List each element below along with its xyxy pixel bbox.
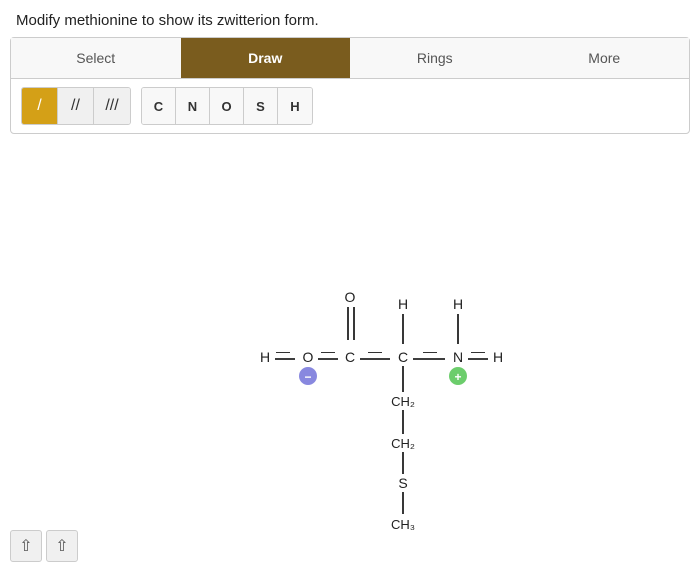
atom-group: C N O S H <box>141 87 313 125</box>
svg-text:H: H <box>260 349 270 365</box>
molecule-svg: text { font-family: Arial, sans-serif; }… <box>0 144 700 564</box>
svg-text:S: S <box>398 475 407 491</box>
svg-text:CH₃: CH₃ <box>391 517 415 532</box>
svg-text:—: — <box>321 343 335 359</box>
svg-text:−: − <box>304 370 311 384</box>
tab-more[interactable]: More <box>520 38 690 78</box>
sulfur-btn[interactable]: S <box>244 88 278 124</box>
tab-select[interactable]: Select <box>11 38 181 78</box>
bottom-controls: ⇧ ⇧ <box>10 530 78 562</box>
svg-text:—: — <box>276 343 290 359</box>
svg-text:N: N <box>453 349 463 365</box>
single-bond-btn[interactable]: / <box>22 88 58 124</box>
molecule-area: text { font-family: Arial, sans-serif; }… <box>0 144 700 564</box>
svg-text:H: H <box>453 296 463 312</box>
bond-group: / // /// <box>21 87 131 125</box>
tools-row: / // /// C N O S H <box>11 79 689 133</box>
redo-btn[interactable]: ⇧ <box>46 530 78 562</box>
svg-text:CH₂: CH₂ <box>391 394 415 409</box>
svg-text:H: H <box>398 296 408 312</box>
triple-bond-btn[interactable]: /// <box>94 88 130 124</box>
tab-rings[interactable]: Rings <box>350 38 520 78</box>
oxygen-btn[interactable]: O <box>210 88 244 124</box>
double-bond-btn[interactable]: // <box>58 88 94 124</box>
svg-text:O: O <box>303 349 314 365</box>
carbon-btn[interactable]: C <box>142 88 176 124</box>
svg-text:O: O <box>345 289 356 305</box>
svg-text:+: + <box>454 370 461 384</box>
svg-text:—: — <box>368 343 382 359</box>
undo-btn[interactable]: ⇧ <box>10 530 42 562</box>
toolbar-container: Select Draw Rings More / // /// C N O S … <box>10 37 690 134</box>
svg-text:C: C <box>345 349 355 365</box>
svg-text:—: — <box>471 343 485 359</box>
tab-draw[interactable]: Draw <box>181 38 351 78</box>
svg-text:CH₂: CH₂ <box>391 436 415 451</box>
svg-text:—: — <box>423 343 437 359</box>
instruction: Modify methionine to show its zwitterion… <box>0 0 700 37</box>
hydrogen-btn[interactable]: H <box>278 88 312 124</box>
svg-text:H: H <box>493 349 503 365</box>
svg-text:C: C <box>398 349 408 365</box>
tabs-row: Select Draw Rings More <box>11 38 689 79</box>
nitrogen-btn[interactable]: N <box>176 88 210 124</box>
